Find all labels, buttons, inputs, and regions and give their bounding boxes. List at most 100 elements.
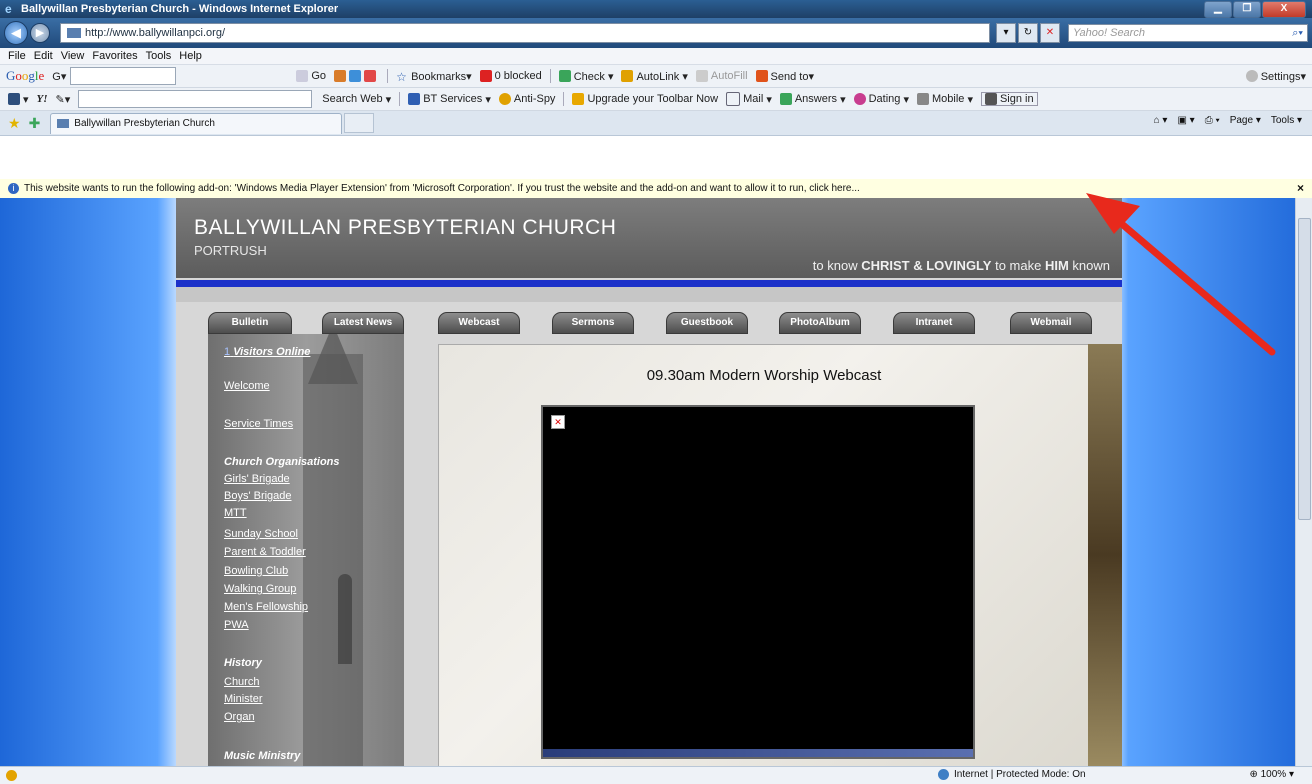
sign-in-button[interactable]: Sign in [980, 92, 1038, 106]
sidebar-link-church[interactable]: Church [224, 676, 259, 688]
home-icon[interactable]: ⌂ ▾ [1154, 115, 1168, 126]
window-title: Ballywillan Presbyterian Church - Window… [21, 3, 339, 15]
add-favorites-icon[interactable]: ✚ [29, 115, 41, 132]
banner-underbar [176, 287, 1122, 302]
security-zone[interactable]: Internet | Protected Mode: On [938, 769, 1086, 780]
new-tab-button[interactable] [344, 113, 375, 133]
site-name: BALLYWILLAN PRESBYTERIAN CHURCH [194, 216, 617, 239]
autofill-button[interactable]: AutoFill [695, 70, 748, 82]
menu-edit[interactable]: Edit [34, 50, 53, 62]
nav-bulletin[interactable]: Bulletin [208, 312, 292, 334]
infobar-close-icon[interactable]: × [1297, 181, 1304, 195]
settings-button[interactable]: Settings▾ [1245, 70, 1306, 83]
information-bar[interactable]: i This website wants to run the followin… [0, 179, 1312, 199]
menu-bar: File Edit View Favorites Tools Help [0, 48, 1312, 65]
mobile-button[interactable]: Mobile ▾ [916, 93, 973, 106]
nav-photoalbum[interactable]: PhotoAlbum [779, 312, 861, 334]
sidebar-heading-history: History [224, 657, 262, 669]
address-row: ◀ ▶ http://www.ballywillanpci.org/ ▾ ↻ ✕… [0, 18, 1312, 48]
google-toolbar: Google G▾ Go ☆ Bookmarks▾ 0 blocked Check… [0, 65, 1312, 88]
autolink-button[interactable]: AutoLink ▾ [621, 70, 688, 83]
refresh-icon[interactable]: ↻ [1018, 23, 1038, 43]
tab-active[interactable]: Ballywillan Presbyterian Church [50, 112, 343, 134]
sidebar-link-welcome[interactable]: Welcome [224, 380, 270, 392]
sidebar-link-service-times[interactable]: Service Times [224, 418, 293, 430]
sidebar-link-walking-group[interactable]: Walking Group [224, 583, 296, 595]
status-warning-icon[interactable] [6, 770, 17, 781]
church-website: BALLYWILLAN PRESBYTERIAN CHURCH PORTRUSH… [176, 198, 1122, 766]
site-town: PORTRUSH [194, 243, 267, 258]
sidebar-link-sunday-school[interactable]: Sunday School [224, 528, 298, 540]
url-text: http://www.ballywillanpci.org/ [85, 27, 226, 39]
page-menu[interactable]: Page ▾ [1230, 115, 1261, 126]
site-favicon [57, 119, 70, 128]
bookmarks-button[interactable]: ☆ Bookmarks▾ [396, 70, 472, 84]
yahoo-toolbar: ▾ Y! ✎▾ Search Web ▾ BT Services ▾ Anti-… [0, 88, 1312, 111]
stop-icon[interactable]: ✕ [1040, 23, 1060, 43]
sidebar-link-parent-toddler[interactable]: Parent & Toddler [224, 546, 306, 558]
search-input[interactable]: Yahoo! Search ⌕▾ [1068, 24, 1308, 42]
sidebar-link-minister[interactable]: Minister [224, 693, 263, 705]
google-go-button[interactable]: Go [296, 70, 326, 82]
tools-menu[interactable]: Tools ▾ [1271, 115, 1302, 126]
yahoo-search-input[interactable] [78, 90, 313, 108]
upgrade-button[interactable]: Upgrade your Toolbar Now [572, 93, 718, 105]
pencil-icon[interactable]: ✎▾ [56, 93, 71, 106]
sidebar-link-pwa[interactable]: PWA [224, 619, 249, 631]
feeds-icon[interactable]: ▣ ▾ [1177, 115, 1194, 126]
media-player[interactable]: ✕ [541, 405, 975, 759]
popup-blocker-button[interactable]: 0 blocked [479, 70, 542, 82]
nav-intranet[interactable]: Intranet [893, 312, 975, 334]
answers-button[interactable]: Answers ▾ [779, 93, 846, 106]
nav-latest-news[interactable]: Latest News [322, 312, 404, 334]
visitors-online[interactable]: 1 Visitors Online [224, 346, 310, 358]
forward-button[interactable]: ▶ [30, 23, 50, 43]
player-bottom-strip [543, 749, 973, 757]
zoom-level[interactable]: ⊕ 100% ▾ [1249, 769, 1294, 780]
anti-spy-button[interactable]: Anti-Spy [498, 93, 555, 105]
sidebar-link-organ[interactable]: Organ [224, 711, 255, 723]
news-icon[interactable] [334, 70, 379, 82]
back-button[interactable]: ◀ [4, 21, 28, 45]
toolbar-menu-icon[interactable]: ▾ [8, 93, 29, 106]
spell-check-button[interactable]: Check ▾ [558, 70, 613, 83]
yahoo-logo[interactable]: Y! [37, 93, 48, 105]
search-web-button[interactable]: Search Web ▾ [322, 93, 391, 106]
sidebar-link-girls-brigade[interactable]: Girls' Brigade [224, 473, 290, 485]
search-icon[interactable]: ⌕▾ [1292, 27, 1303, 40]
google-search-input[interactable] [70, 67, 177, 85]
address-bar[interactable]: http://www.ballywillanpci.org/ [60, 23, 990, 43]
menu-help[interactable]: Help [179, 50, 202, 62]
sidebar-link-mens-fellowship[interactable]: Men's Fellowship [224, 601, 308, 613]
site-banner: BALLYWILLAN PRESBYTERIAN CHURCH PORTRUSH… [176, 198, 1122, 278]
webcast-panel: 09.30am Modern Worship Webcast ✕ [438, 344, 1090, 766]
mail-button[interactable]: Mail ▾ [726, 92, 772, 106]
sidebar-link-boys-brigade[interactable]: Boys' Brigade [224, 490, 292, 502]
menu-file[interactable]: File [8, 50, 26, 62]
menu-favorites[interactable]: Favorites [92, 50, 137, 62]
favorites-star-icon[interactable]: ★ [8, 115, 21, 132]
send-to-button[interactable]: Send to▾ [755, 70, 814, 83]
menu-view[interactable]: View [61, 50, 85, 62]
print-icon[interactable]: ⎙ ▾ [1205, 115, 1220, 126]
site-nav: Bulletin Latest News Webcast Sermons Gue… [176, 308, 1122, 334]
vertical-scrollbar[interactable] [1295, 198, 1312, 766]
sidebar-link-mtt[interactable]: MTT [224, 507, 247, 519]
maximize-button[interactable]: ❐ [1233, 1, 1261, 18]
close-button[interactable]: X [1262, 1, 1306, 18]
google-menu[interactable]: G▾ [52, 70, 66, 83]
dropdown-icon [296, 70, 309, 82]
nav-webmail[interactable]: Webmail [1010, 312, 1092, 334]
dropdown-icon[interactable]: ▾ [996, 23, 1016, 43]
sidebar-link-bowling-club[interactable]: Bowling Club [224, 565, 288, 577]
bt-services-button[interactable]: BT Services ▾ [408, 93, 491, 106]
nav-sermons[interactable]: Sermons [552, 312, 634, 334]
menu-tools[interactable]: Tools [146, 50, 172, 62]
scrollbar-thumb[interactable] [1298, 218, 1311, 520]
nav-guestbook[interactable]: Guestbook [666, 312, 748, 334]
google-logo: Google [6, 68, 45, 83]
dating-button[interactable]: Dating ▾ [853, 93, 909, 106]
minimize-button[interactable]: ▁ [1204, 1, 1232, 18]
nav-webcast[interactable]: Webcast [438, 312, 520, 334]
infobar-message[interactable]: This website wants to run the following … [24, 183, 860, 194]
